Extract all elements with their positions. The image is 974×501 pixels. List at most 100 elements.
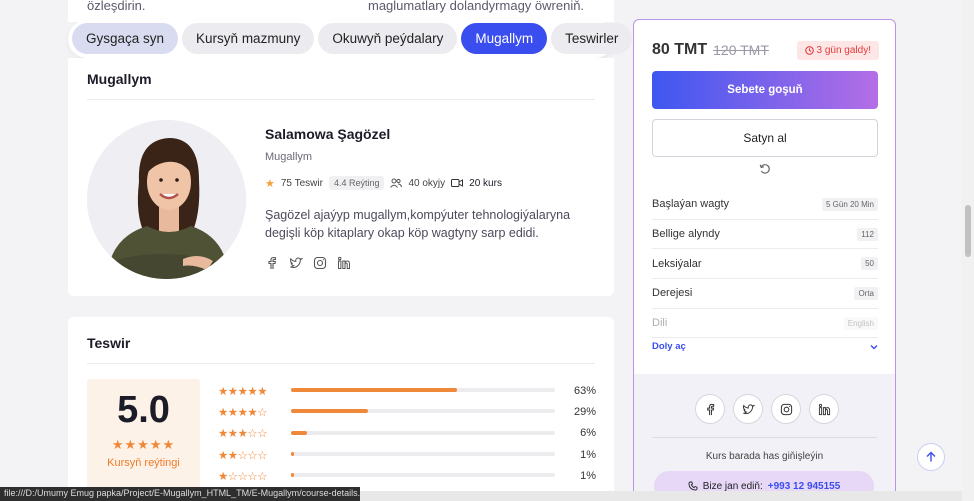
facebook-button[interactable]	[695, 394, 725, 424]
rating-bar-fill	[291, 473, 294, 478]
overview-text-fragment: özleşdirin. maglumatlary dolandyrmagy öw…	[68, 0, 614, 22]
scrollbar-thumb[interactable]	[965, 205, 971, 257]
overall-score-label: Kursyň reýtingi	[107, 457, 180, 469]
info-row: Derejesi Orta	[652, 279, 878, 309]
buy-button[interactable]: Satyn al	[652, 119, 878, 157]
instructor-avatar	[87, 120, 246, 279]
old-price: 120 TMT	[713, 42, 769, 58]
twitter-icon[interactable]	[289, 256, 303, 270]
horizontal-scrollbar[interactable]	[360, 491, 962, 501]
sidebar-social-links	[695, 394, 839, 424]
linkedin-icon	[818, 403, 830, 415]
info-value: English	[843, 316, 878, 330]
instructor-rating-badge: 4.4 Reýting	[328, 176, 385, 190]
share-text: Kurs barada has giňişleýin	[705, 451, 824, 462]
info-row: Bellige alyndy 112	[652, 220, 878, 250]
overall-score-box: 5.0 ★★★★★ Kursyň reýtingi	[87, 379, 200, 501]
tab-4[interactable]: Mugallym	[461, 23, 548, 54]
arrow-up-icon	[926, 451, 936, 462]
twitter-icon	[742, 403, 755, 414]
info-value: 5 Gün 20 Min	[821, 197, 878, 211]
rating-row-stars: ★★★☆☆	[218, 428, 268, 441]
tab-1[interactable]: Gysgaça syn	[72, 23, 179, 54]
refresh-icon[interactable]	[758, 162, 772, 176]
chevron-down-icon	[870, 344, 878, 349]
facebook-icon[interactable]	[265, 256, 279, 270]
overall-score: 5.0	[117, 389, 170, 431]
info-value: Orta	[854, 286, 878, 300]
rating-percent: 1%	[580, 448, 596, 461]
rating-bar-fill	[291, 388, 458, 392]
contact-label: Bize jan ediň:	[702, 480, 763, 492]
current-price: 80 TMT	[652, 41, 708, 58]
share-divider	[652, 437, 877, 438]
rating-percent: 63%	[573, 384, 596, 397]
rating-bar-fill	[291, 451, 294, 456]
rating-bar-track	[291, 473, 555, 478]
vertical-scrollbar[interactable]	[962, 0, 974, 501]
instructor-student-count: 40 okyjy	[408, 177, 446, 189]
instructor-review-count: 75 Teswir	[280, 177, 323, 189]
twitter-button[interactable]	[733, 394, 763, 424]
review-section-title: Teswir	[87, 335, 131, 351]
info-row: Başlaýan wagty 5 Gün 20 Min	[652, 190, 878, 220]
info-label: Derejesi	[652, 287, 693, 300]
add-to-cart-button[interactable]: Sebete goşuň	[652, 71, 878, 109]
info-label: Başlaýan wagty	[652, 198, 730, 211]
instructor-name: Salamowa Şagözel	[265, 126, 391, 142]
rating-row: ★☆☆☆☆ 1%	[218, 465, 596, 486]
tab-5[interactable]: Teswirler	[551, 23, 633, 54]
star-icon: ★	[265, 177, 275, 190]
show-more-label: Doly aç	[652, 341, 686, 352]
instructor-card: Mugallym Salamowa Şagözel Mugallym ★ 75 …	[68, 58, 614, 296]
tab-3[interactable]: Okuwyň peýdalary	[318, 23, 458, 54]
info-value: 50	[861, 257, 878, 271]
instructor-stats: ★ 75 Teswir 4.4 Reýting 40 okyjy 20 kurs	[265, 176, 502, 190]
rating-percent: 6%	[580, 427, 596, 440]
instructor-bio: Şagözel ajaýyp mugallym,kompýuter tehnol…	[265, 208, 571, 241]
users-icon	[390, 178, 403, 188]
days-left-badge: 3 gün galdy!	[796, 40, 879, 60]
scroll-to-top-button[interactable]	[917, 443, 945, 471]
rating-bar-track	[291, 388, 555, 392]
intro-right-text: maglumatlary dolandyrmagy öwreniň.	[368, 0, 585, 13]
instagram-icon[interactable]	[313, 256, 327, 270]
course-tabs: Gysgaça syn Kursyň mazmuny Okuwyň peýdalar…	[68, 20, 633, 58]
rating-percent: 1%	[580, 469, 596, 482]
review-card: Teswir 5.0 ★★★★★ Kursyň reýtingi ★★★★★ 63…	[68, 317, 614, 501]
info-row: Dili English	[652, 309, 878, 339]
show-more-link[interactable]: Doly aç	[652, 341, 878, 352]
rating-bar-track	[291, 409, 555, 414]
instagram-icon	[780, 403, 792, 415]
info-label: Dili	[652, 317, 668, 330]
info-label: Leksiýalar	[652, 257, 702, 270]
rating-row: ★★★☆☆ 6%	[218, 423, 596, 444]
link-status-bar: file:///D:/Umumy Emug papka/Project/E-Mu…	[0, 487, 360, 501]
facebook-icon	[706, 403, 714, 415]
clock-icon	[804, 45, 814, 55]
sidebar-share-section: Kurs barada has giňişleýin Bize jan ediň…	[634, 374, 895, 500]
days-left-text: 3 gün galdy!	[816, 44, 872, 56]
tab-2[interactable]: Kursyň mazmuny	[182, 23, 315, 54]
instagram-button[interactable]	[771, 394, 801, 424]
rating-row: ★★☆☆☆ 1%	[218, 444, 596, 465]
rating-bar-fill	[291, 409, 368, 414]
video-icon	[451, 179, 464, 187]
instructor-role: Mugallym	[265, 151, 313, 163]
contact-phone: +993 12 945155	[767, 480, 841, 492]
rating-bar-track	[291, 430, 555, 435]
phone-icon	[688, 481, 698, 491]
info-label: Bellige alyndy	[652, 228, 720, 241]
rating-row: ★★★★★ 63%	[218, 380, 596, 401]
rating-row-stars: ★☆☆☆☆	[218, 470, 268, 483]
instructor-social-links	[265, 256, 351, 270]
rating-bar-track	[291, 451, 555, 456]
rating-percent: 29%	[573, 405, 596, 418]
course-sidebar: 80 TMT 120 TMT 3 gün galdy! Sebete goşuň…	[633, 19, 896, 501]
instructor-course-count: 20 kurs	[469, 177, 502, 189]
linkedin-button[interactable]	[809, 394, 839, 424]
rating-row-stars: ★★★★☆	[218, 406, 268, 419]
linkedin-icon[interactable]	[337, 256, 351, 270]
instructor-section-title: Mugallym	[87, 71, 152, 87]
overall-stars: ★★★★★	[111, 437, 176, 452]
